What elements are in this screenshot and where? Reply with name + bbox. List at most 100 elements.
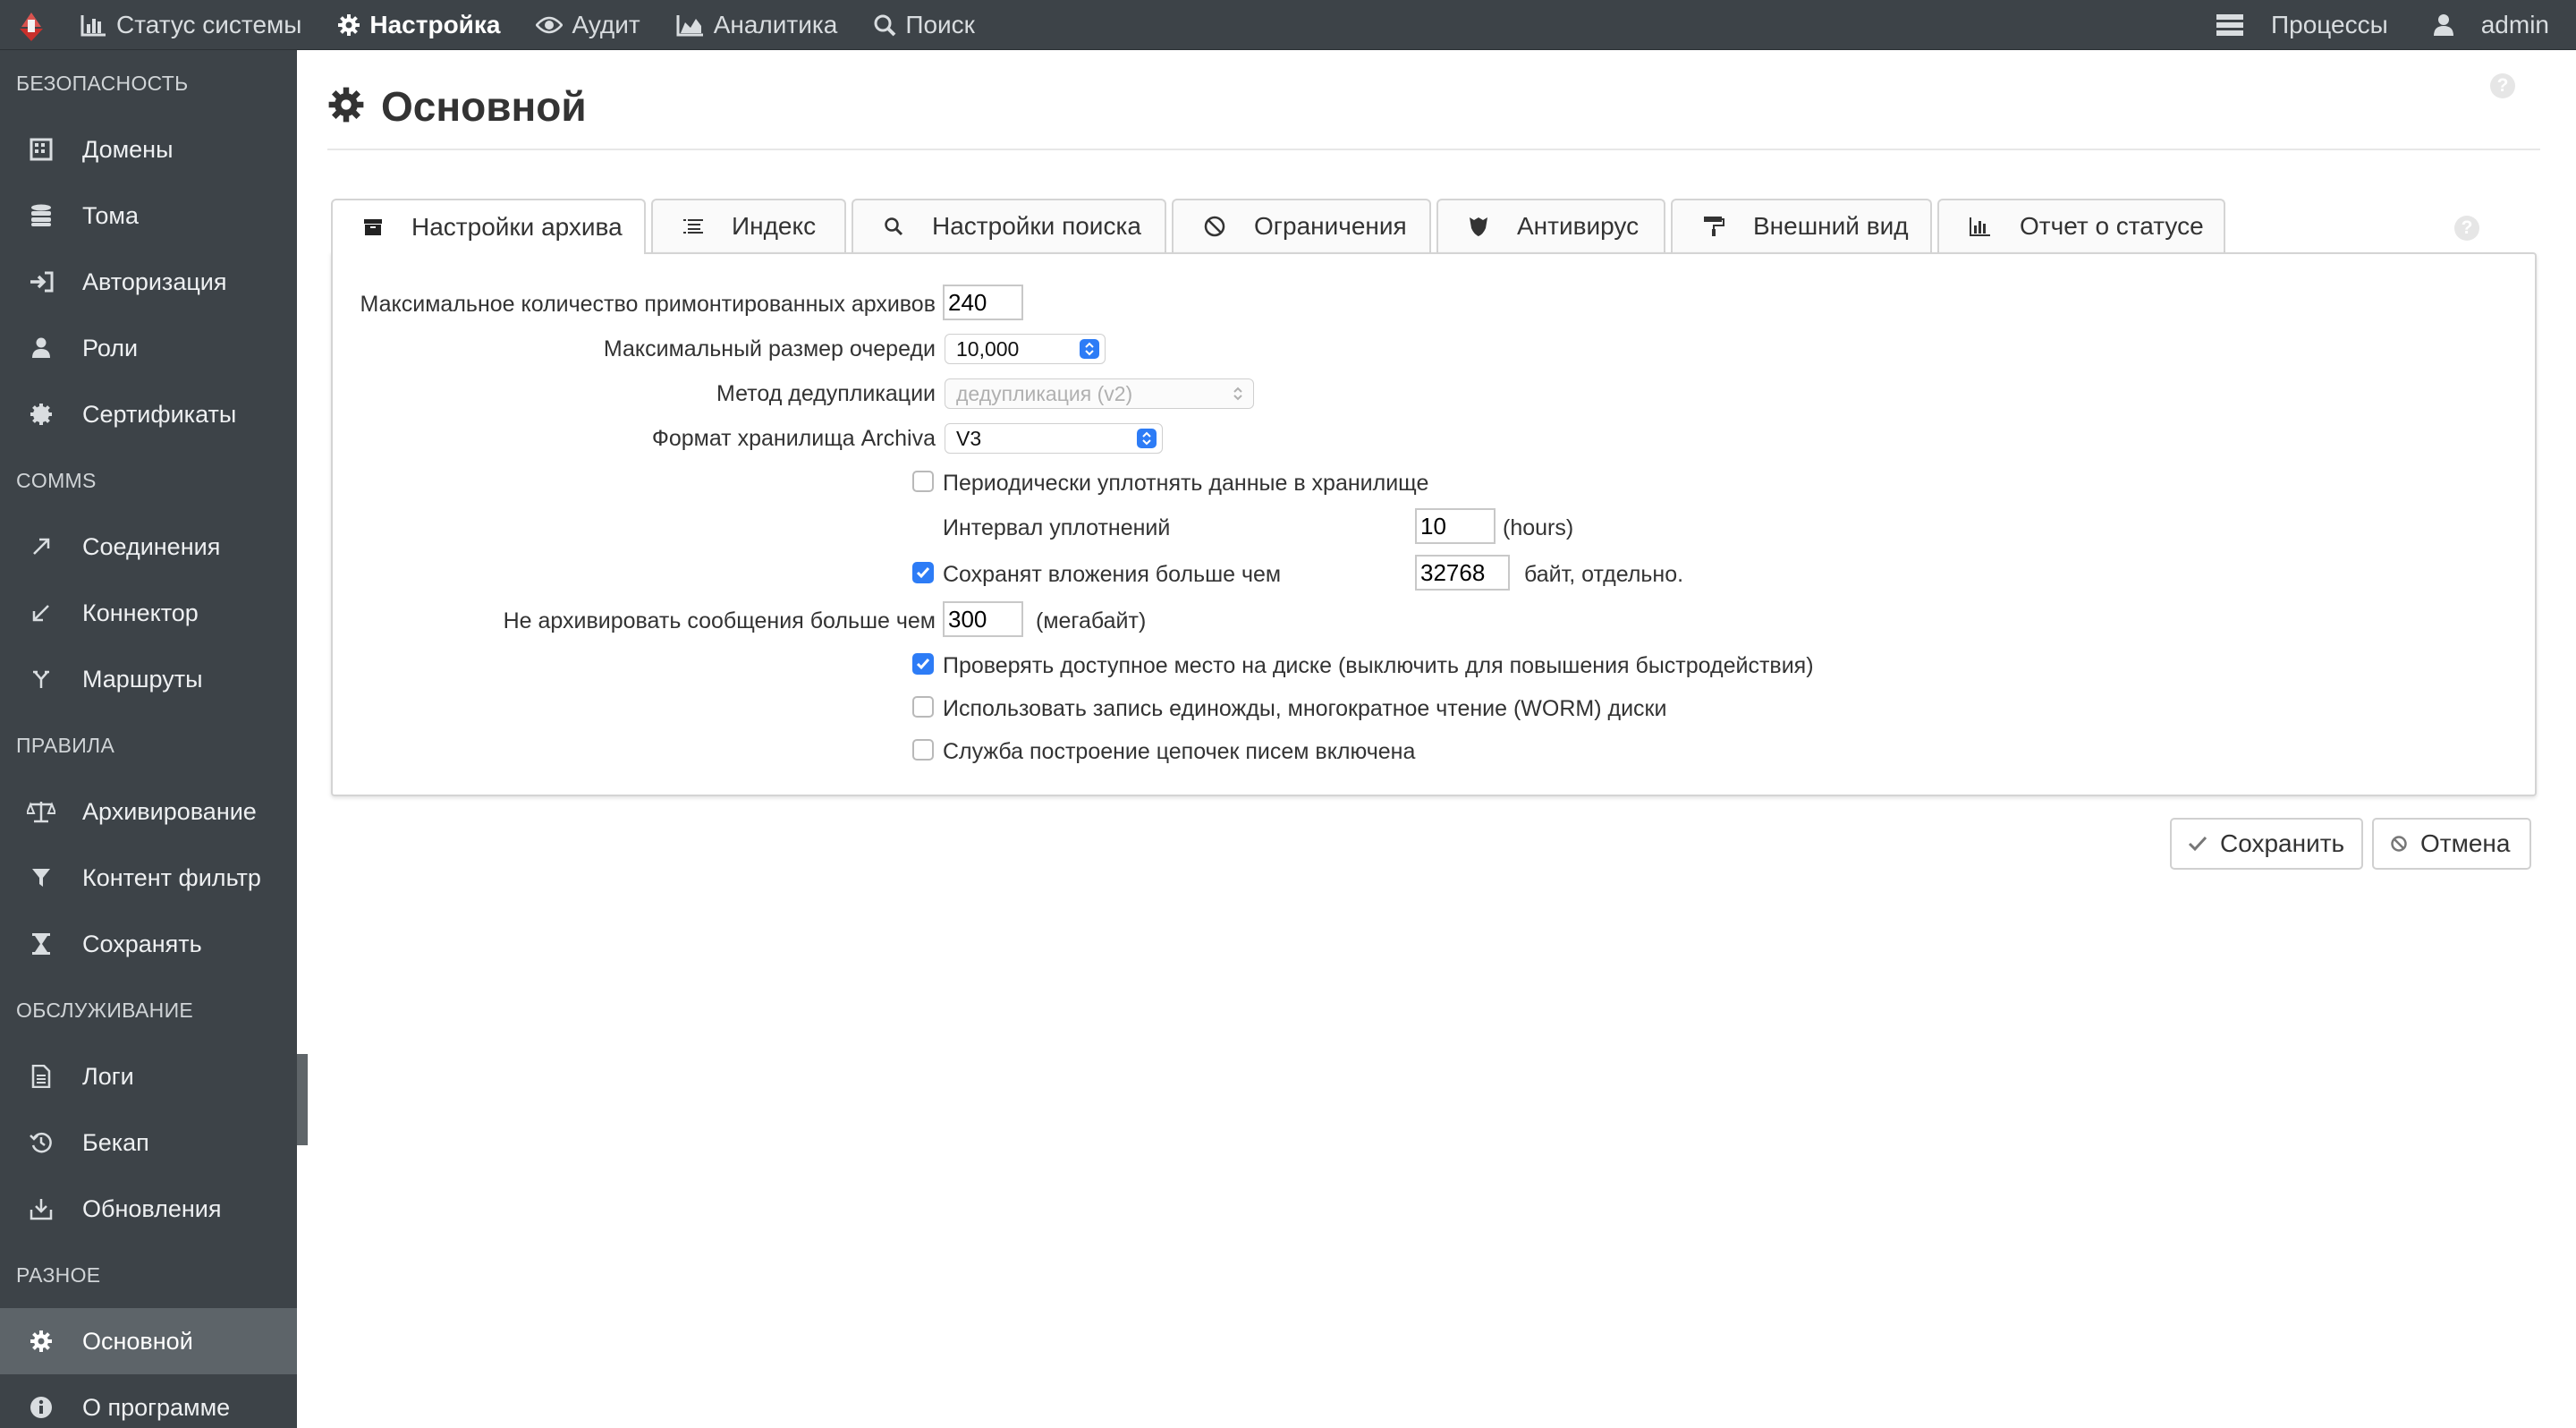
document-icon: [0, 1065, 82, 1088]
building-icon: [0, 138, 82, 161]
gear-icon: [0, 1330, 82, 1353]
ban-icon: [2390, 835, 2408, 853]
info-icon: [0, 1396, 82, 1419]
tab-archive-settings[interactable]: Настройки архива: [331, 199, 646, 254]
sidebar-item-backup[interactable]: Бекап: [0, 1109, 297, 1176]
cancel-button[interactable]: Отмена: [2372, 818, 2531, 870]
arrow-down-left-icon: [0, 603, 82, 623]
select-arrows-icon: [1137, 429, 1157, 448]
nav-label: Аудит: [572, 10, 640, 38]
sidebar-item-label: Архивирование: [82, 797, 257, 825]
arrow-up-right-icon: [0, 537, 82, 557]
worm-checkbox[interactable]: [912, 696, 934, 718]
header-divider: [327, 149, 2540, 150]
nav-audit[interactable]: Аудит: [518, 0, 657, 50]
sidebar-item-archiving[interactable]: Архивирование: [0, 778, 297, 845]
app-logo[interactable]: [0, 0, 63, 50]
tabs-help-icon[interactable]: ?: [2454, 216, 2479, 241]
sidebar-item-authorization[interactable]: Авторизация: [0, 249, 297, 315]
no-archive-input[interactable]: [943, 601, 1023, 637]
sidebar-item-logs[interactable]: Логи: [0, 1043, 297, 1109]
compact-interval-input[interactable]: [1415, 508, 1496, 544]
download-icon: [0, 1197, 82, 1220]
check-icon: [2188, 835, 2207, 853]
archive-box-icon: [363, 218, 383, 236]
worm-label: Использовать запись единожды, многократн…: [943, 696, 1667, 721]
sidebar-item-label: Сертификаты: [82, 400, 237, 428]
sidebar-item-label: Маршруты: [82, 665, 203, 693]
nav-label: Аналитика: [713, 10, 838, 38]
sidebar-item-domains[interactable]: Домены: [0, 116, 297, 183]
tab-search-settings[interactable]: Настройки поиска: [852, 199, 1166, 252]
search-icon: [884, 217, 903, 236]
nav-search[interactable]: Поиск: [855, 0, 993, 50]
storage-format-value: V3: [956, 426, 982, 450]
max-mounted-label: Максимальное количество примонтированных…: [360, 292, 936, 317]
sidebar-item-content-filter[interactable]: Контент фильтр: [0, 845, 297, 911]
queue-size-select[interactable]: 10,000: [945, 334, 1106, 364]
tab-label: Отчет о статусе: [2020, 212, 2204, 240]
disk-check-checkbox[interactable]: [912, 653, 934, 675]
database-icon: [0, 204, 82, 227]
tab-label: Настройки архива: [411, 213, 623, 241]
sidebar-item-label: Бекап: [82, 1128, 149, 1156]
sidebar-item-volumes[interactable]: Тома: [0, 183, 297, 249]
threading-checkbox[interactable]: [912, 739, 934, 761]
routes-icon: [0, 669, 82, 689]
settings-tabs: Настройки архива Индекс Настройки поиска…: [331, 199, 2231, 254]
certificate-icon: [0, 403, 82, 426]
sidebar-item-updates[interactable]: Обновления: [0, 1176, 297, 1242]
sidebar-item-connections[interactable]: Соединения: [0, 514, 297, 580]
nav-analytics[interactable]: Аналитика: [658, 0, 856, 50]
tab-appearance[interactable]: Внешний вид: [1671, 199, 1932, 252]
sidebar-item-retention[interactable]: Сохранять: [0, 911, 297, 977]
sidebar-item-roles[interactable]: Роли: [0, 315, 297, 381]
tab-label: Антивирус: [1517, 212, 1640, 240]
sidebar-item-general[interactable]: Основной: [0, 1308, 297, 1374]
ban-icon: [1204, 216, 1225, 237]
nav-label: Процессы: [2271, 11, 2388, 38]
sidebar-item-label: Логи: [82, 1062, 134, 1090]
tab-antivirus[interactable]: Антивирус: [1436, 199, 1665, 252]
sign-in-icon: [0, 271, 82, 293]
sidebar-item-about[interactable]: О программе: [0, 1374, 297, 1428]
sidebar: БЕЗОПАСНОСТЬ Домены Тома Авторизация Рол…: [0, 50, 297, 1428]
page-title: Основной: [381, 83, 587, 130]
select-arrows-icon: [1080, 339, 1099, 359]
select-arrows-icon: [1228, 384, 1248, 404]
tab-index[interactable]: Индекс: [651, 199, 846, 252]
nav-system-status[interactable]: Статус системы: [63, 0, 319, 50]
no-archive-unit: (мегабайт): [1036, 608, 1147, 633]
compact-checkbox[interactable]: [912, 471, 934, 492]
sidebar-item-routes[interactable]: Маршруты: [0, 646, 297, 712]
sidebar-section-misc: РАЗНОЕ: [16, 1263, 101, 1287]
sidebar-item-connector[interactable]: Коннектор: [0, 580, 297, 646]
sidebar-item-label: Основной: [82, 1327, 193, 1355]
queue-size-value: 10,000: [956, 336, 1020, 361]
max-mounted-input[interactable]: [943, 285, 1023, 320]
attachments-size-input[interactable]: [1415, 555, 1510, 591]
nav-settings[interactable]: Настройка: [319, 0, 518, 50]
tab-restrictions[interactable]: Ограничения: [1172, 199, 1431, 252]
sidebar-item-label: Обновления: [82, 1194, 222, 1222]
no-archive-label: Не архивировать сообщения больше чем: [503, 608, 936, 633]
save-button[interactable]: Сохранить: [2170, 818, 2363, 870]
attachments-checkbox[interactable]: [912, 562, 934, 583]
main-content: Основной ? Настройки архива Индекс Настр…: [297, 50, 2576, 1428]
nav-processes[interactable]: Процессы: [2198, 0, 2415, 50]
sidebar-item-label: Роли: [82, 334, 139, 361]
storage-format-label: Формат хранилища Archiva: [651, 426, 936, 451]
help-icon[interactable]: ?: [2490, 73, 2515, 98]
storage-format-select[interactable]: V3: [945, 423, 1163, 454]
checkmark-icon: [916, 659, 930, 670]
area-chart-icon: [676, 13, 705, 37]
tab-label: Настройки поиска: [932, 212, 1141, 240]
nav-user-menu[interactable]: admin: [2415, 0, 2576, 50]
tab-status-report[interactable]: Отчет о статусе: [1937, 199, 2225, 252]
dedup-label: Метод дедупликации: [716, 381, 936, 406]
history-icon: [0, 1131, 82, 1154]
search-icon: [873, 13, 896, 37]
nav-label: Статус системы: [116, 10, 302, 38]
sidebar-item-certificates[interactable]: Сертификаты: [0, 381, 297, 447]
gear-icon: [337, 13, 360, 37]
